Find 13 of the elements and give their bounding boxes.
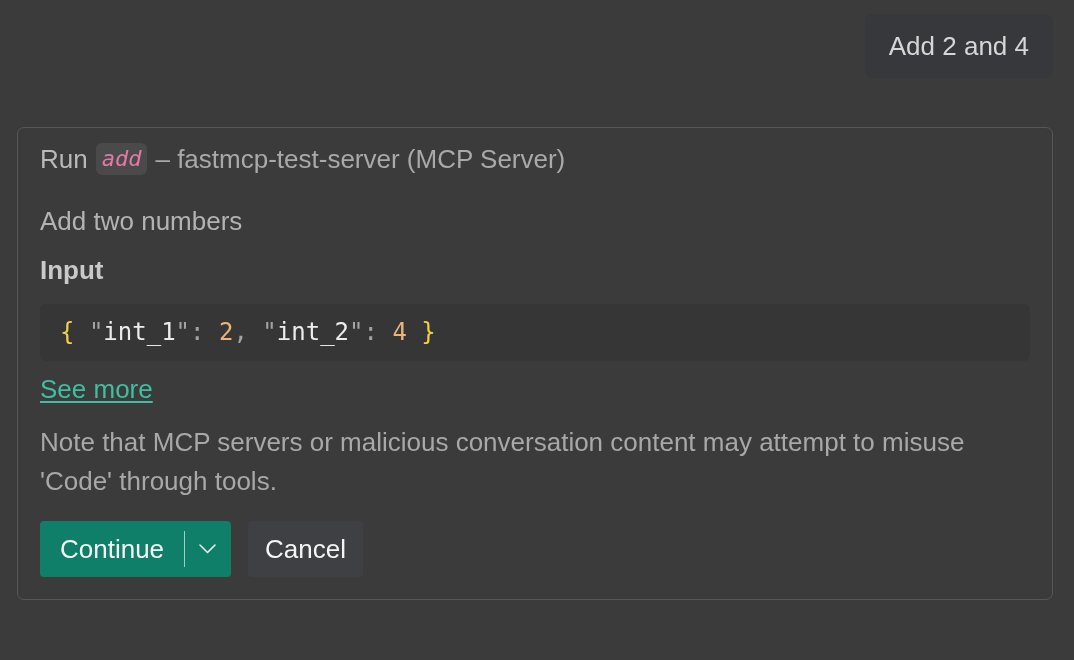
- see-more-link[interactable]: See more: [40, 374, 153, 404]
- code-block: { "int_1": 2, "int_2": 4 }: [40, 304, 1030, 361]
- chevron-down-icon: [199, 544, 217, 554]
- dropdown-button[interactable]: [184, 521, 232, 577]
- tool-description: Add two numbers: [40, 205, 244, 237]
- continue-button[interactable]: Continue: [40, 521, 185, 577]
- server-label: – fastmcp-test-server (MCP Server): [155, 143, 566, 175]
- run-label: Run: [40, 143, 88, 175]
- input-heading: Input: [40, 254, 105, 286]
- message-bubble: Add 2 and 4: [864, 14, 1053, 78]
- warning-text: Note that MCP servers or malicious conversation content may attempt to misuse 'Code' through tools.: [40, 426, 966, 498]
- cancel-button[interactable]: Cancel: [248, 521, 363, 577]
- tool-name-chip: add: [95, 143, 148, 175]
